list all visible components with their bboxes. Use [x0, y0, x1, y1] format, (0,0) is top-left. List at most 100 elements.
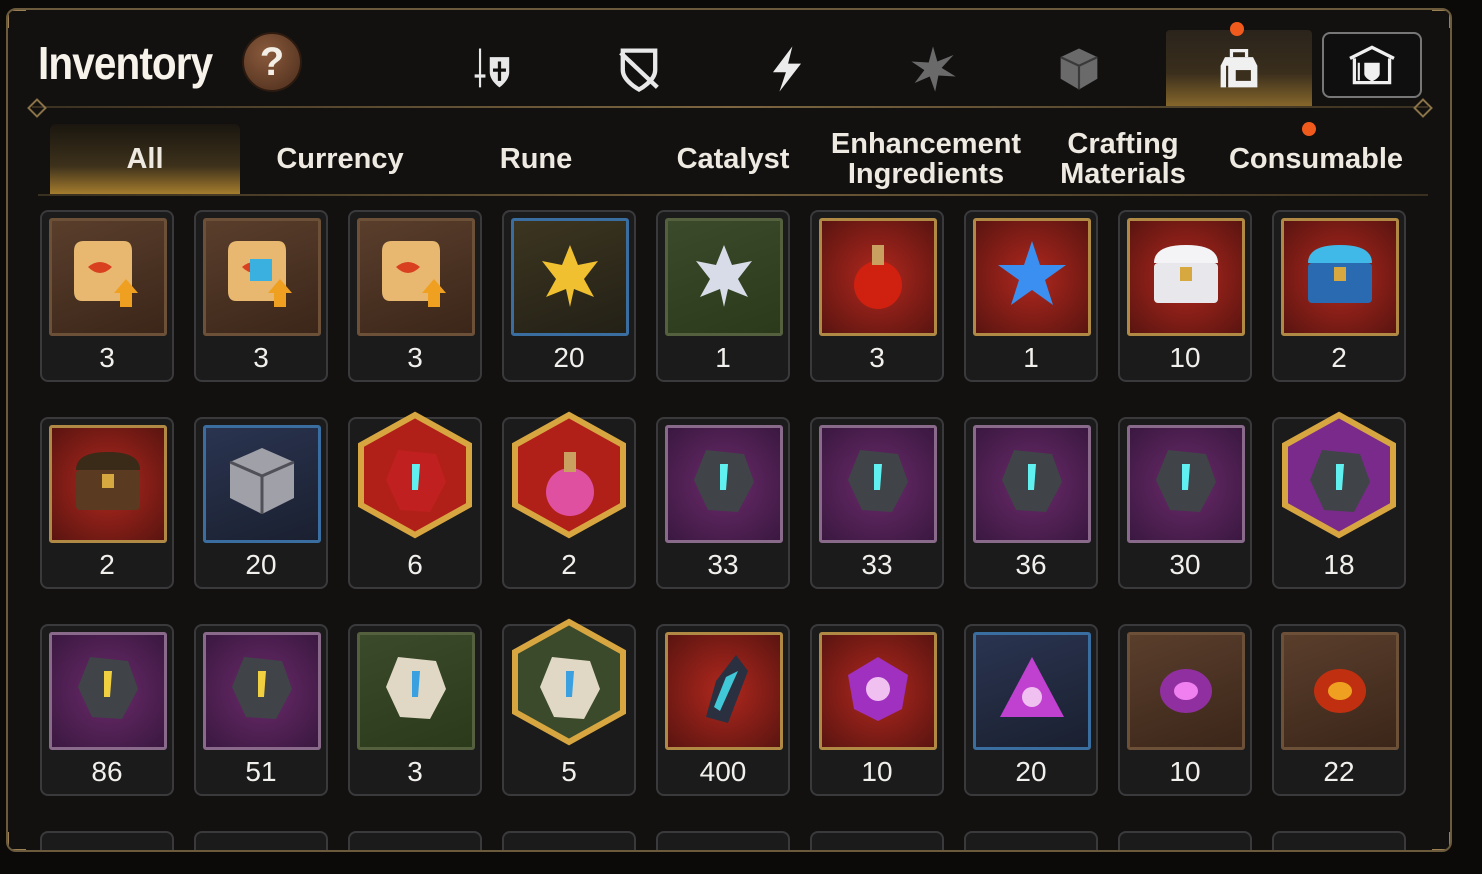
inventory-slot[interactable]: 20: [964, 624, 1098, 796]
tab-catalyst[interactable]: Catalyst: [638, 124, 828, 194]
tab-all[interactable]: All: [50, 124, 240, 194]
item-count: 18: [1323, 549, 1355, 580]
item-count: 36: [1015, 549, 1047, 580]
notification-dot: [1302, 122, 1316, 136]
pink-triangle-gem-icon: [984, 641, 1080, 742]
item-frame: [357, 218, 475, 336]
sword-rune-stone-icon: [676, 434, 772, 535]
inventory-slot-partial[interactable]: [348, 831, 482, 850]
tab-enhancement-ingredients[interactable]: Enhancement Ingredients: [826, 124, 1026, 194]
frame-corner: [1432, 10, 1450, 28]
item-count: 3: [99, 342, 115, 373]
item-frame: [665, 218, 783, 336]
inventory-slot[interactable]: 3: [810, 210, 944, 382]
inventory-slot[interactable]: 22: [1272, 624, 1406, 796]
inventory-slot[interactable]: 2: [502, 411, 636, 589]
dark-crystal-icon: [676, 641, 772, 742]
item-frame: [1127, 425, 1245, 543]
item-frame: [819, 632, 937, 750]
no-shield-icon[interactable]: [594, 30, 684, 108]
inventory-slot[interactable]: 3: [348, 624, 482, 796]
tab-consumable[interactable]: Consumable: [1224, 124, 1408, 194]
item-count: 51: [245, 756, 277, 787]
inventory-slot[interactable]: 33: [656, 417, 790, 589]
item-count: 2: [561, 549, 577, 580]
inventory-slot[interactable]: 30: [1118, 417, 1252, 589]
defense-banner-icon: [1349, 45, 1395, 85]
inventory-slot[interactable]: 33: [810, 417, 944, 589]
inventory-slot[interactable]: 86: [40, 624, 174, 796]
item-frame: [357, 411, 475, 543]
tab-crafting-materials[interactable]: Crafting Materials: [1038, 124, 1208, 194]
item-count: 5: [561, 756, 577, 787]
item-count: 6: [407, 549, 423, 580]
item-count: 1: [715, 342, 731, 373]
sparkle-artifact-icon[interactable]: [888, 30, 978, 108]
inventory-slot[interactable]: 2: [1272, 210, 1406, 382]
item-frame: [203, 632, 321, 750]
inventory-slot[interactable]: 51: [194, 624, 328, 796]
notification-dot: [1230, 22, 1244, 36]
inventory-slot[interactable]: 36: [964, 417, 1098, 589]
inventory-slot-partial[interactable]: [656, 831, 790, 850]
inventory-slot-partial[interactable]: [1272, 831, 1406, 850]
item-count: 30: [1169, 549, 1201, 580]
inventory-slot[interactable]: 3: [40, 210, 174, 382]
defense-banner-button[interactable]: [1322, 32, 1422, 98]
scroll-upgrade-icon: [60, 227, 156, 328]
item-frame: [973, 218, 1091, 336]
item-frame: [973, 425, 1091, 543]
lightning-icon[interactable]: [742, 30, 832, 108]
equipment-icon[interactable]: [448, 30, 538, 108]
gold-flower-icon: [522, 227, 618, 328]
star-potion-icon: [984, 227, 1080, 328]
item-frame: [973, 632, 1091, 750]
backpack-tab[interactable]: [1166, 22, 1312, 108]
inventory-slot[interactable]: 10: [810, 624, 944, 796]
inventory-slot-partial[interactable]: [1118, 831, 1252, 850]
item-frame: [1127, 632, 1245, 750]
item-frame: [1281, 632, 1399, 750]
pink-potion-icon: [522, 434, 618, 535]
inventory-slot[interactable]: 1: [656, 210, 790, 382]
inventory-slot[interactable]: 20: [502, 210, 636, 382]
inventory-slot-partial[interactable]: [194, 831, 328, 850]
item-count: 3: [869, 342, 885, 373]
item-count: 10: [1169, 756, 1201, 787]
inventory-slot-partial[interactable]: [964, 831, 1098, 850]
inventory-slot[interactable]: 2: [40, 417, 174, 589]
cube-icon[interactable]: [1034, 30, 1124, 108]
inventory-slot[interactable]: 10: [1118, 624, 1252, 796]
inventory-slot[interactable]: 3: [348, 210, 482, 382]
star-bone-stone-icon: [522, 641, 618, 742]
inventory-slot[interactable]: 20: [194, 417, 328, 589]
item-count: 20: [553, 342, 585, 373]
gold-chest-icon: [60, 434, 156, 535]
inventory-slot[interactable]: 3: [194, 210, 328, 382]
inventory-slot-partial[interactable]: [40, 831, 174, 850]
boot-rune-stone-icon: [1138, 434, 1234, 535]
inventory-slot[interactable]: 5: [502, 618, 636, 796]
inventory-slot-partial[interactable]: [502, 831, 636, 850]
inventory-slot[interactable]: 18: [1272, 411, 1406, 589]
item-count: 3: [407, 756, 423, 787]
item-count: 2: [99, 549, 115, 580]
inventory-slot[interactable]: 400: [656, 624, 790, 796]
inventory-slot[interactable]: 1: [964, 210, 1098, 382]
tab-rune[interactable]: Rune: [448, 124, 624, 194]
item-frame: [357, 632, 475, 750]
item-count: 10: [861, 756, 893, 787]
inventory-slot-partial[interactable]: [810, 831, 944, 850]
item-count: 86: [91, 756, 123, 787]
page-title: Inventory: [38, 37, 213, 89]
tab-currency[interactable]: Currency: [248, 124, 432, 194]
inventory-slot[interactable]: 10: [1118, 210, 1252, 382]
help-button[interactable]: ?: [242, 32, 302, 92]
frame-corner: [8, 10, 26, 28]
header-divider: [32, 106, 1428, 108]
inventory-grid: 3 3 3 20 1 3 1 10 2 2 20 6 2 33 33 36 30 18 86 51 3 5 400 10 20 1…: [40, 210, 1410, 850]
frame-corner: [8, 832, 26, 850]
blue-chest-icon: [1292, 227, 1388, 328]
inventory-slot[interactable]: 6: [348, 411, 482, 589]
item-count: 400: [699, 756, 747, 787]
